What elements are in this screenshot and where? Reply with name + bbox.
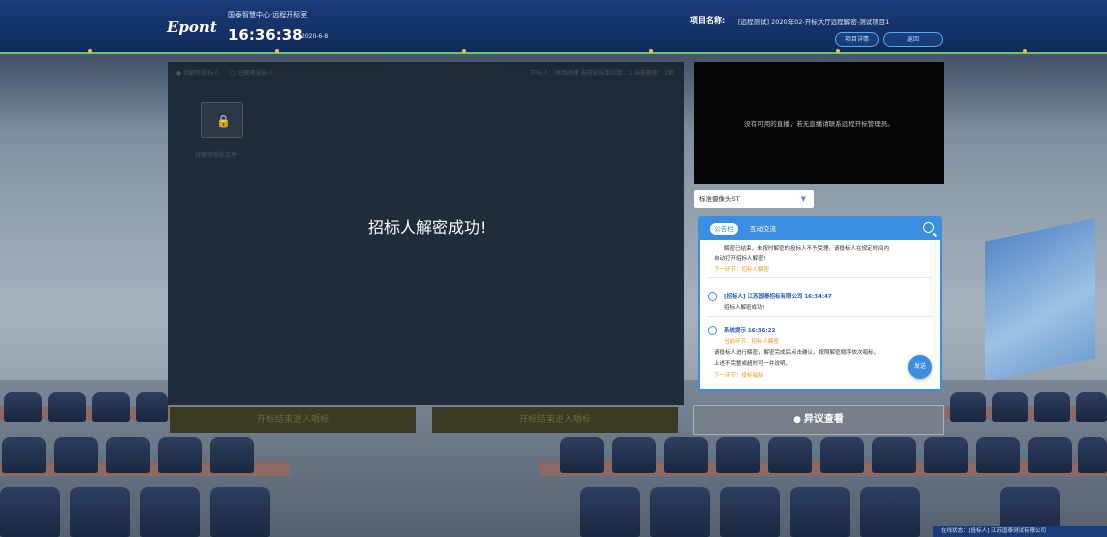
- chair: [612, 437, 656, 473]
- back-button[interactable]: 返回: [883, 32, 943, 47]
- next-step-link[interactable]: 下一环节：招标人解密: [714, 265, 769, 273]
- message-text: 招标人解密成功!: [724, 305, 765, 311]
- chair: [716, 437, 760, 473]
- live-video-player[interactable]: 没有可用的直播，若无直播请联系远程开标管理员。: [694, 62, 944, 184]
- chair: [820, 437, 864, 473]
- bid-folder[interactable]: 🔒: [201, 102, 243, 138]
- chair: [1034, 392, 1070, 422]
- brand-logo: Epont: [167, 18, 217, 36]
- header-divider-lights: [0, 49, 1107, 53]
- chair: [140, 487, 200, 537]
- chair: [210, 437, 254, 473]
- chat-panel: 公告栏 互动交流 解密已结束，未按时解密的投标人不予受理。请投标人在规定时间内 …: [698, 216, 942, 391]
- chair: [136, 392, 168, 422]
- chevron-down-icon: ▼: [800, 195, 806, 203]
- chair: [2, 437, 46, 473]
- message-text: 上述不完整或超时可一并说明，: [714, 361, 792, 367]
- tab-interaction[interactable]: 互动交流: [750, 223, 776, 235]
- user-avatar-icon: [708, 292, 717, 301]
- chair: [1078, 437, 1107, 473]
- chair: [1076, 392, 1107, 422]
- tab-announcements[interactable]: 公告栏: [710, 223, 738, 235]
- chat-bubble-icon: ●: [793, 415, 801, 425]
- end-bid-opening-button[interactable]: 开标结束进入唱标: [432, 407, 678, 433]
- divider: [708, 277, 934, 278]
- clock-date: 2020-6-8: [301, 33, 329, 40]
- decrypt-panel: ● 待解密投标人 □ 已解密投标人 开标人：项目经理 当前投标单位数：1 当前解…: [168, 62, 684, 405]
- chair: [210, 487, 270, 537]
- chair: [158, 437, 202, 473]
- chair: [92, 392, 130, 422]
- message-sender: 系统提示 16:36:22: [724, 328, 776, 334]
- search-icon[interactable]: [923, 222, 934, 233]
- user-avatar-icon: [708, 326, 717, 335]
- chair: [580, 487, 640, 537]
- project-label: 项目名称:: [690, 16, 726, 25]
- message-sender: [招标人] 江苏国泰招标有限公司 16:34:47: [724, 294, 832, 300]
- message-text: 请投标人进行解密，解密完成后点击确认，按照解密顺序依次唱标，: [714, 350, 880, 356]
- view-objections-label: 异议查看: [803, 414, 844, 425]
- current-step-link[interactable]: 当前环节：招标人解密: [724, 337, 779, 345]
- start-bid-reading-button[interactable]: 开标结束进入唱标: [170, 407, 416, 433]
- chair: [1028, 437, 1072, 473]
- chair: [950, 392, 986, 422]
- chair: [560, 437, 604, 473]
- next-step-link[interactable]: 下一环节：投标唱标: [714, 371, 764, 379]
- send-message-button[interactable]: 发送: [908, 355, 932, 379]
- chair: [650, 487, 710, 537]
- camera-select[interactable]: 标准摄像头ST ▼: [694, 190, 814, 208]
- project-name: [远程测试] 2020年02-开标大厅远程解密-测试项目1: [738, 18, 890, 26]
- chair: [0, 487, 60, 537]
- chat-header: 公告栏 互动交流: [700, 218, 940, 240]
- online-status-bar: 在线状态：[投标人] 江苏国泰测试有限公司: [933, 526, 1107, 537]
- chair: [106, 437, 150, 473]
- hall-side-screen: [985, 218, 1095, 382]
- divider: [708, 316, 934, 317]
- legend-pending: ● 待解密投标人: [176, 70, 220, 77]
- camera-select-value: 标准摄像头ST: [699, 195, 740, 203]
- clock-time: 16:36:38: [228, 26, 303, 44]
- view-objections-button[interactable]: ● 异议查看: [693, 405, 944, 435]
- chat-message-list[interactable]: 解密已结束，未按时解密的投标人不予受理。请投标人在规定时间内 自动打开招标人解密…: [700, 240, 940, 389]
- bid-folder-label: 待解密投标文件: [195, 152, 238, 159]
- chair: [860, 487, 920, 537]
- chair: [70, 487, 130, 537]
- chair: [664, 437, 708, 473]
- decrypt-success-message: 招标人解密成功!: [368, 218, 487, 237]
- chair: [992, 392, 1028, 422]
- chair: [924, 437, 968, 473]
- chair: [872, 437, 916, 473]
- top-header: Epont 国泰智慧中心·远程开标室 16:36:38 2020-6-8 项目名…: [0, 0, 1107, 54]
- chair: [976, 437, 1020, 473]
- hall-name: 国泰智慧中心·远程开标室: [228, 11, 308, 19]
- chair: [720, 487, 780, 537]
- lock-icon: 🔒: [216, 114, 231, 128]
- chair: [48, 392, 86, 422]
- chair: [790, 487, 850, 537]
- panel-status-text: 开标人：项目经理 当前投标单位数：1 当前解密：1家: [530, 70, 674, 77]
- chair: [4, 392, 42, 422]
- project-detail-button[interactable]: 项目详情: [835, 32, 879, 47]
- chair: [768, 437, 812, 473]
- legend-decrypted: □ 已解密投标人: [230, 70, 274, 77]
- message-text: 解密已结束，未按时解密的投标人不予受理。请投标人在规定时间内: [724, 246, 890, 252]
- video-status-message: 没有可用的直播，若无直播请联系远程开标管理员。: [744, 120, 894, 128]
- message-text: 自动打开招标人解密!: [714, 256, 766, 262]
- chair: [54, 437, 98, 473]
